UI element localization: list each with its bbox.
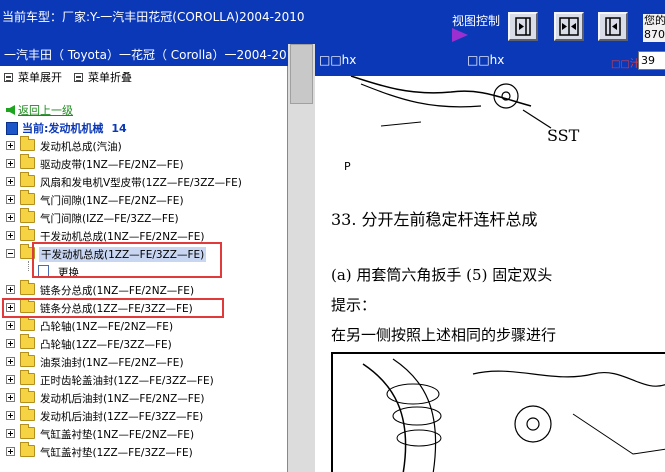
- highlight-box: [32, 242, 222, 278]
- folder-icon: [20, 370, 35, 385]
- collapse-all-label: 菜单折叠: [88, 71, 132, 84]
- expand-all-label: 菜单展开: [18, 71, 62, 84]
- panel-right-icon: [605, 17, 621, 36]
- hint-label: 提示：: [331, 296, 377, 314]
- step-heading: 33. 分开左前稳定杆连杆总成: [331, 210, 538, 229]
- page-number-input[interactable]: [638, 51, 665, 70]
- tree-item[interactable]: 气缸盖衬垫(1ZZ—FE/3ZZ—FE): [0, 442, 288, 461]
- folder-icon: [20, 334, 35, 349]
- folder-icon: [20, 154, 35, 169]
- tree-item[interactable]: 气门间隙(1NZ—FE/2NZ—FE): [0, 190, 288, 209]
- view-split-button[interactable]: [554, 12, 584, 41]
- tree-item[interactable]: 凸轮轴(1ZZ—FE/3ZZ—FE): [0, 334, 288, 353]
- expand-icon[interactable]: [6, 321, 15, 330]
- document-viewer: □□hx □□hx □□汁 SST P 33. 分开左前稳定杆连杆总成 (a) …: [315, 44, 665, 472]
- expand-icon[interactable]: [6, 357, 15, 366]
- tree-item[interactable]: 发动机后油封(1ZZ—FE/3ZZ—FE): [0, 406, 288, 425]
- expand-icon[interactable]: [6, 195, 15, 204]
- menu-icon: [74, 72, 83, 82]
- figure-bottom-illustration: [362, 358, 665, 472]
- back-link[interactable]: 返回上一级: [18, 102, 73, 118]
- book-icon: [6, 121, 18, 135]
- folder-icon: [20, 424, 35, 439]
- corner-info: 您的 870: [643, 14, 665, 42]
- folder-icon: [20, 316, 35, 331]
- tree-item[interactable]: 气缸盖衬垫(1NZ—FE/2NZ—FE): [0, 424, 288, 443]
- tree-item[interactable]: 气门间隙(IZZ—FE/3ZZ—FE): [0, 208, 288, 227]
- tree-item[interactable]: 发动机总成(汽油): [0, 136, 288, 155]
- page-label: □□汁: [611, 59, 640, 70]
- expand-icon[interactable]: [6, 159, 15, 168]
- tree-item[interactable]: 风扇和发电机V型皮带(1ZZ—FE/3ZZ—FE): [0, 172, 288, 191]
- expand-icon[interactable]: [6, 429, 15, 438]
- menu-icon: [4, 72, 13, 82]
- doc-header-left: □□hx: [319, 53, 357, 67]
- view-left-panel-button[interactable]: [508, 12, 538, 41]
- document-header: □□hx □□hx □□汁: [315, 44, 665, 76]
- expand-icon[interactable]: [6, 141, 15, 150]
- folder-icon: [20, 190, 35, 205]
- tree-item[interactable]: 链条分总成(1NZ—FE/2NZ—FE): [0, 280, 288, 299]
- folder-icon: [20, 136, 35, 151]
- collapse-icon[interactable]: [6, 249, 15, 258]
- expand-icon[interactable]: [6, 213, 15, 222]
- tree-item[interactable]: 发动机后油封(1NZ—FE/2NZ—FE): [0, 388, 288, 407]
- figure-top-illustration: [350, 76, 552, 129]
- doc-header-mid: □□hx: [467, 53, 505, 67]
- tree-item[interactable]: 正时齿轮盖油封(1ZZ—FE/3ZZ—FE): [0, 370, 288, 389]
- back-arrow-icon: [6, 105, 15, 115]
- folder-icon: [20, 388, 35, 403]
- view-control-label: 视图控制: [452, 14, 501, 28]
- expand-icon[interactable]: [6, 339, 15, 348]
- expand-icon[interactable]: [6, 393, 15, 402]
- other-side-text: 在另一侧按照上述相同的步骤进行: [331, 326, 557, 344]
- tree-item[interactable]: 凸轮轴(1NZ—FE/2NZ—FE): [0, 316, 288, 335]
- tree-panel: 一汽丰田（ Toyota）一花冠（ Corolla）一2004-2010 菜单展…: [0, 44, 288, 472]
- expand-all-button[interactable]: 菜单展开: [4, 69, 62, 85]
- expand-icon[interactable]: [6, 231, 15, 240]
- highlight-box: [2, 298, 224, 318]
- panel-left-icon: [515, 17, 531, 36]
- sst-label: SST: [547, 126, 580, 145]
- car-model-label: 当前车型：厂家:Y-一汽丰田花冠(COROLLA)2004-2010: [2, 10, 305, 24]
- folder-icon: [20, 352, 35, 367]
- expand-icon[interactable]: [6, 285, 15, 294]
- figure-bottom-frame: [331, 352, 665, 472]
- folder-icon: [20, 226, 35, 241]
- folder-icon: [20, 208, 35, 223]
- folder-icon: [20, 442, 35, 457]
- folder-icon: [20, 172, 35, 187]
- folder-icon: [20, 280, 35, 295]
- tree-item[interactable]: 油泵油封(1NZ—FE/2NZ—FE): [0, 352, 288, 371]
- figure-p-label: P: [344, 160, 351, 173]
- flag-icon: [452, 28, 468, 42]
- collapse-all-button[interactable]: 菜单折叠: [74, 69, 132, 85]
- document-page: SST P 33. 分开左前稳定杆连杆总成 (a) 用套筒六角扳手 (5) 固定…: [315, 76, 665, 472]
- top-bar: 当前车型：厂家:Y-一汽丰田花冠(COROLLA)2004-2010 视图控制 …: [0, 0, 665, 44]
- scrollbar-thumb[interactable]: [290, 44, 313, 104]
- current-category: 当前:发动机机械 14: [6, 120, 127, 136]
- step-sub-a: (a) 用套筒六角扳手 (5) 固定双头: [331, 266, 553, 284]
- expand-icon[interactable]: [6, 177, 15, 186]
- view-right-panel-button[interactable]: [598, 12, 628, 41]
- expand-icon[interactable]: [6, 375, 15, 384]
- folder-icon: [20, 406, 35, 421]
- tree-panel-title: 一汽丰田（ Toyota）一花冠（ Corolla）一2004-2010: [0, 44, 288, 66]
- current-count: 14: [111, 121, 127, 135]
- tree-item[interactable]: 驱动皮带(1NZ—FE/2NZ—FE): [0, 154, 288, 173]
- tree-toolbar: 菜单展开 菜单折叠: [4, 68, 144, 86]
- expand-icon[interactable]: [6, 411, 15, 420]
- back-row: 返回上一级: [6, 102, 73, 118]
- expand-icon[interactable]: [6, 447, 15, 456]
- current-label: 当前:发动机机械: [22, 122, 104, 135]
- split-icon: [559, 17, 579, 36]
- tree-scrollbar[interactable]: [288, 44, 315, 472]
